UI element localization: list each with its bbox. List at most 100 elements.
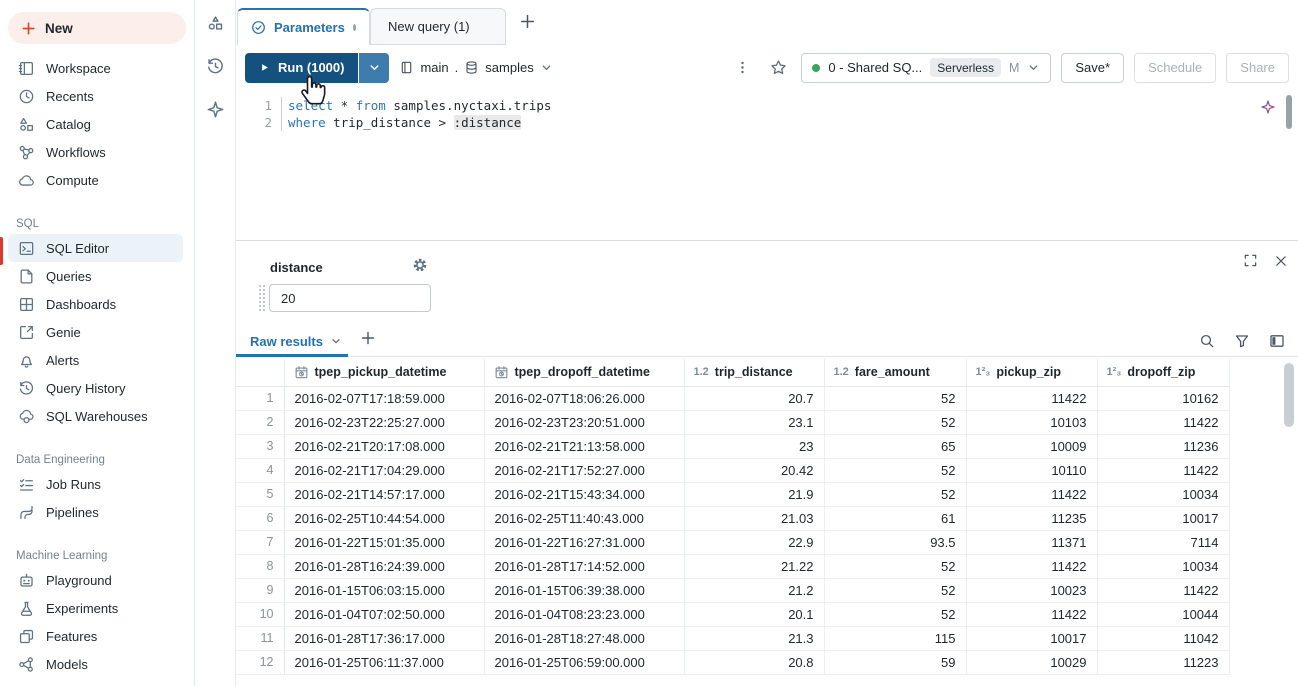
database-icon [464, 60, 479, 75]
table-row[interactable]: 7 2016-01-22T15:01:35.000 2016-01-22T16:27… [236, 530, 1230, 555]
sidebar-item-pipelines[interactable]: Pipelines [8, 498, 183, 526]
table-cell: 11042 [1097, 626, 1230, 651]
editor-scrollbar[interactable] [1286, 95, 1292, 129]
column-name: tpep_dropoff_datetime [514, 365, 650, 380]
sidebar-item-catalog[interactable]: Catalog [8, 110, 183, 138]
add-visualization-button[interactable] [360, 330, 376, 349]
sidebar-item-recents[interactable]: Recents [8, 82, 183, 110]
tab-new-query[interactable]: New query (1) [370, 8, 506, 45]
table-row[interactable]: 9 2016-01-15T06:03:15.000 2016-01-15T06:39… [236, 578, 1230, 603]
tab-parameters[interactable]: Parameters [237, 8, 370, 45]
sidebar-item-alerts[interactable]: Alerts [8, 346, 183, 374]
new-tab-button[interactable] [519, 13, 536, 33]
expand-icon[interactable] [1243, 253, 1258, 268]
columns-panel-icon[interactable] [1269, 333, 1285, 349]
query-tabstrip: Parameters New query (1) [236, 0, 1298, 45]
new-button[interactable]: New [8, 12, 186, 44]
table-row[interactable]: 11 2016-01-28T17:36:17.000 2016-01-28T18:2… [236, 626, 1230, 651]
active-item-indicator [0, 237, 3, 265]
filter-icon[interactable] [1234, 333, 1250, 349]
sidebar-item-queries[interactable]: Queries [8, 262, 183, 290]
sidebar-item-experiments[interactable]: Experiments [8, 594, 183, 622]
row-number: 11 [236, 626, 285, 651]
table-cell: 65 [824, 434, 967, 459]
search-icon[interactable] [1199, 333, 1215, 349]
sidebar-item-label: Catalog [46, 116, 91, 132]
sidebar-item-query-history[interactable]: Query History [8, 374, 183, 402]
workflows-icon [17, 144, 35, 161]
table-cell: 2016-01-25T06:59:00.000 [484, 650, 685, 675]
table-cell: 21.03 [684, 506, 825, 531]
table-cell: 52 [824, 602, 967, 627]
table-row[interactable]: 8 2016-01-28T16:24:39.000 2016-01-28T17:14… [236, 554, 1230, 579]
sidebar-item-sql-warehouses[interactable]: SQL Warehouses [8, 402, 183, 430]
tab-raw-results[interactable]: Raw results [250, 326, 342, 356]
parameter-settings-gear-icon[interactable] [412, 257, 428, 276]
table-row[interactable]: 5 2016-02-21T14:57:17.000 2016-02-21T15:43… [236, 482, 1230, 507]
sidebar: New Workspace Recents Catalog Workflows Comp… [0, 0, 195, 686]
catalog-icon [17, 116, 35, 133]
save-button[interactable]: Save* [1061, 52, 1125, 83]
line-number: 1 [264, 98, 272, 113]
table-row[interactable]: 1 2016-02-07T17:18:59.000 2016-02-07T18:06… [236, 386, 1230, 411]
sidebar-item-playground[interactable]: Playground [8, 566, 183, 594]
models-icon [17, 656, 35, 673]
sidebar-item-workflows[interactable]: Workflows [8, 138, 183, 166]
table-cell: 11422 [1097, 578, 1230, 603]
table-cell: 7114 [1097, 530, 1230, 555]
table-row[interactable]: 12 2016-01-25T06:11:37.000 2016-01-25T06:5… [236, 650, 1230, 675]
catalog-schema-selector[interactable]: main . samples [399, 60, 552, 75]
run-button[interactable]: Run (1000) [245, 52, 359, 83]
table-cell: 2016-02-23T22:25:27.000 [284, 410, 485, 435]
share-button[interactable]: Share [1226, 52, 1289, 83]
rail-schema-browser-button[interactable] [202, 10, 228, 36]
table-row[interactable]: 3 2016-02-21T20:17:08.000 2016-02-21T21:13… [236, 434, 1230, 459]
schedule-button[interactable]: Schedule [1134, 52, 1217, 83]
table-cell: 10029 [966, 650, 1098, 675]
table-row[interactable]: 2 2016-02-23T22:25:27.000 2016-02-23T23:20… [236, 410, 1230, 435]
run-options-button[interactable] [359, 52, 390, 83]
sidebar-item-dashboards[interactable]: Dashboards [8, 290, 183, 318]
sql-code-editor[interactable]: 1 select * from samples.nyctaxi.trips 2 whe… [236, 90, 1298, 240]
column-header-trip-distance[interactable]: 1.2 trip_distance [684, 359, 825, 387]
column-header-pickup-zip[interactable]: 1²₃ pickup_zip [966, 359, 1098, 387]
row-number: 1 [236, 386, 285, 411]
sidebar-item-features[interactable]: Features [8, 622, 183, 650]
close-icon[interactable] [1274, 253, 1288, 268]
play-icon [259, 62, 270, 73]
column-name: pickup_zip [996, 365, 1061, 380]
plus-icon [519, 13, 536, 30]
more-options-button[interactable] [729, 55, 755, 81]
assistant-sparkle-icon[interactable] [1260, 99, 1276, 118]
table-cell: 2016-01-28T16:24:39.000 [284, 554, 485, 579]
chevron-down-icon [330, 335, 342, 347]
parameter-value-input[interactable] [269, 284, 431, 312]
warehouse-selector[interactable]: 0 - Shared SQ... Serverless M [801, 52, 1052, 83]
favorite-button[interactable] [765, 55, 791, 81]
scrollbar-thumb[interactable] [1284, 363, 1294, 427]
table-row[interactable]: 6 2016-02-25T10:44:54.000 2016-02-25T11:40… [236, 506, 1230, 531]
parameter-drag-handle[interactable] [258, 284, 265, 312]
share-button-label: Share [1240, 60, 1275, 75]
rail-history-button[interactable] [202, 53, 228, 79]
sidebar-item-genie[interactable]: Genie [8, 318, 183, 346]
sidebar-item-compute[interactable]: Compute [8, 166, 183, 194]
column-header-dropoff-zip[interactable]: 1²₃ dropoff_zip [1097, 359, 1230, 387]
sidebar-nav: Workspace Recents Catalog Workflows Compute S… [0, 54, 194, 678]
results-scrollbar[interactable] [1284, 363, 1294, 680]
column-header-fare-amount[interactable]: 1.2 fare_amount [824, 359, 967, 387]
rail-assistant-button[interactable] [202, 96, 228, 122]
sidebar-item-sql-editor[interactable]: SQL Editor [8, 234, 183, 262]
sql-editor-icon [17, 240, 35, 257]
sidebar-item-job-runs[interactable]: Job Runs [8, 470, 183, 498]
table-cell: 20.8 [684, 650, 825, 675]
table-cell: 2016-02-21T21:13:58.000 [484, 434, 685, 459]
sidebar-item-models[interactable]: Models [8, 650, 183, 678]
chevron-down-icon [540, 61, 553, 74]
table-row[interactable]: 10 2016-01-04T07:02:50.000 2016-01-04T08:2… [236, 602, 1230, 627]
column-header-tpep-pickup-datetime[interactable]: tpep_pickup_datetime [284, 359, 485, 387]
sidebar-item-workspace[interactable]: Workspace [8, 54, 183, 82]
table-cell: 10162 [1097, 386, 1230, 411]
table-row[interactable]: 4 2016-02-21T17:04:29.000 2016-02-21T17:52… [236, 458, 1230, 483]
column-header-tpep-dropoff-datetime[interactable]: tpep_dropoff_datetime [484, 359, 685, 387]
